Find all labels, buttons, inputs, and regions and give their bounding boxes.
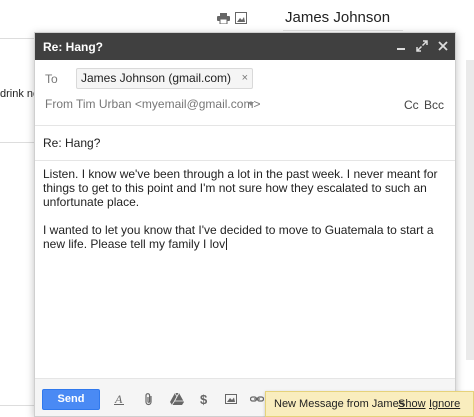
bcc-link[interactable]: Bcc	[424, 98, 444, 112]
popout-icon[interactable]	[415, 39, 429, 53]
notification-text: New Message from James	[274, 398, 405, 410]
recipient-name: James Johnson (gmail.com)	[81, 71, 232, 85]
text-format-icon[interactable]: A	[112, 392, 126, 406]
background-divider	[0, 38, 34, 39]
chevron-down-icon[interactable]	[248, 102, 254, 106]
heading-underline	[283, 30, 403, 31]
print-icon[interactable]	[217, 13, 230, 24]
compose-title: Re: Hang?	[43, 40, 103, 54]
drive-icon[interactable]	[170, 392, 184, 406]
compose-window: Re: Hang? To James Johnson (gmail.com) ×…	[34, 32, 456, 417]
svg-text:A: A	[114, 392, 123, 406]
recipients-section: To James Johnson (gmail.com) × From Tim …	[35, 60, 455, 126]
background-scrollbar[interactable]	[466, 60, 474, 360]
recipient-chip[interactable]: James Johnson (gmail.com) ×	[76, 68, 254, 89]
compose-header[interactable]: Re: Hang?	[35, 33, 455, 60]
new-window-icon[interactable]	[235, 12, 247, 24]
attach-icon[interactable]	[142, 392, 156, 406]
show-link[interactable]: Show	[398, 392, 426, 416]
cc-link[interactable]: Cc	[404, 98, 419, 112]
photo-icon[interactable]	[224, 392, 238, 406]
subject-field[interactable]: Re: Hang?	[43, 133, 447, 153]
contact-name-heading: James Johnson	[285, 9, 391, 26]
ignore-link[interactable]: Ignore	[429, 392, 460, 416]
minimize-icon[interactable]	[394, 39, 408, 53]
background-message-snippet: drink nex	[0, 88, 34, 100]
remove-recipient-icon[interactable]: ×	[242, 69, 248, 88]
divider	[35, 125, 455, 126]
close-icon[interactable]	[436, 39, 450, 53]
background-divider	[0, 142, 34, 143]
text-cursor	[226, 238, 228, 250]
divider	[35, 160, 455, 161]
from-select[interactable]: Tim Urban <myemail@gmail.com>	[76, 97, 260, 111]
body-paragraph-last: I wanted to let you know that I've decid…	[43, 223, 447, 251]
link-icon[interactable]	[250, 392, 264, 406]
body-paragraph: Listen. I know we've been through a lot …	[43, 167, 438, 209]
new-message-notification: New Message from James Show Ignore	[265, 391, 474, 417]
svg-text:$: $	[200, 392, 208, 406]
message-body[interactable]: Listen. I know we've been through a lot …	[43, 167, 447, 377]
to-label: To	[45, 72, 58, 86]
money-icon[interactable]: $	[197, 392, 211, 406]
from-label: From	[45, 97, 73, 111]
body-paragraph: I wanted to let you know that I've decid…	[43, 223, 434, 251]
background-footer	[0, 405, 34, 417]
send-button[interactable]: Send	[42, 389, 100, 410]
